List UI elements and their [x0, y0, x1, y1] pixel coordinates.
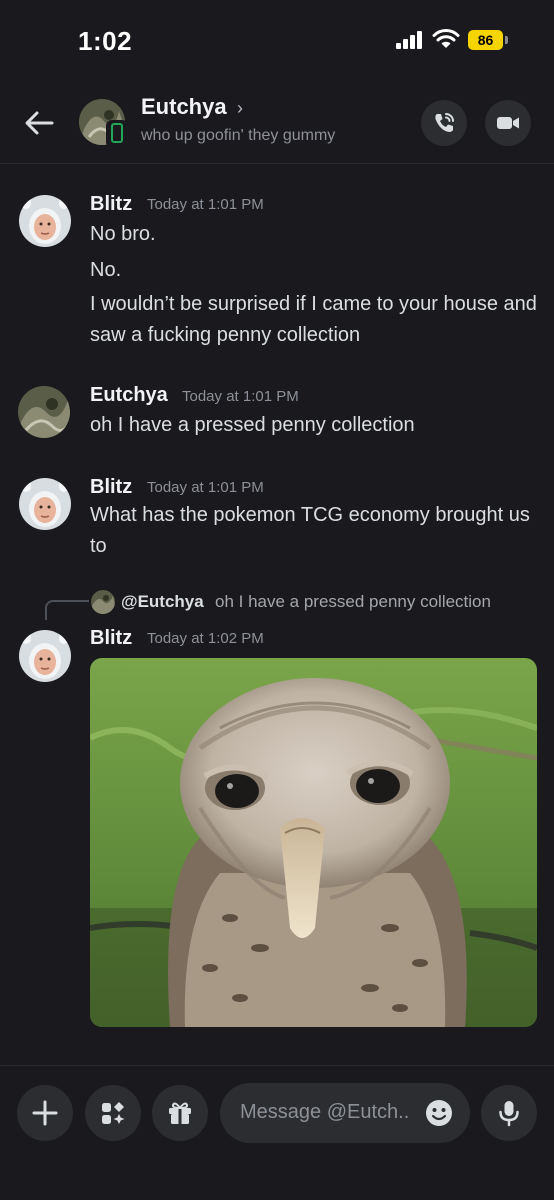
add-attachment-button[interactable] — [17, 1085, 73, 1141]
voice-message-button[interactable] — [481, 1085, 537, 1141]
battery-level: 86 — [468, 30, 503, 50]
message-text: No. — [90, 259, 122, 281]
phone-icon — [435, 113, 454, 132]
message-text: What has the pokemon TCG economy brought… — [90, 504, 530, 557]
avatar[interactable] — [19, 630, 71, 682]
wifi-icon — [432, 29, 460, 48]
apps-icon — [102, 1102, 125, 1124]
status-bar: 1:02 86 — [0, 0, 554, 80]
message-timestamp: Today at 1:02 PM — [147, 630, 264, 647]
message-text: oh I have a pressed penny collection — [90, 414, 415, 436]
emoji-icon[interactable] — [424, 1098, 454, 1128]
video-button[interactable] — [485, 100, 531, 146]
message-author[interactable]: Eutchya — [90, 384, 168, 407]
reply-connector — [45, 600, 89, 620]
avatar[interactable] — [18, 386, 70, 438]
message-input[interactable]: Message @Eutch.. — [220, 1083, 470, 1143]
apps-button[interactable] — [85, 1085, 141, 1141]
dm-header: Eutchya › who up goofin' they gummy — [0, 80, 554, 164]
call-button[interactable] — [421, 100, 467, 146]
message-author[interactable]: Blitz — [90, 476, 132, 499]
header-name[interactable]: Eutchya — [141, 94, 227, 120]
message-text: I wouldn’t be surprised if I came to you… — [90, 293, 537, 346]
chevron-right-icon[interactable]: › — [237, 98, 243, 119]
arrow-left-icon[interactable] — [22, 106, 56, 140]
avatar — [91, 590, 115, 614]
custom-status: who up goofin' they gummy — [141, 127, 336, 144]
avatar[interactable] — [19, 195, 71, 247]
video-camera-icon — [497, 117, 519, 129]
mobile-status-icon — [106, 120, 128, 148]
reply-preview[interactable]: oh I have a pressed penny collection — [215, 592, 491, 612]
battery-indicator: 86 — [468, 30, 508, 50]
message-composer: Message @Eutch.. — [0, 1065, 554, 1200]
plus-icon — [32, 1100, 58, 1126]
message-author[interactable]: Blitz — [90, 193, 132, 216]
message-timestamp: Today at 1:01 PM — [147, 479, 264, 496]
message-timestamp: Today at 1:01 PM — [147, 196, 264, 213]
signal-icon — [396, 31, 426, 49]
message-timestamp: Today at 1:01 PM — [182, 388, 299, 405]
message-text: No bro. — [90, 223, 156, 245]
gift-icon — [169, 1102, 191, 1124]
message-author[interactable]: Blitz — [90, 627, 132, 650]
image-attachment[interactable] — [90, 658, 537, 1027]
reply-author[interactable]: @Eutchya — [121, 592, 204, 612]
message-input-placeholder: Message @Eutch.. — [240, 1101, 410, 1123]
gift-button[interactable] — [152, 1085, 208, 1141]
status-time: 1:02 — [78, 26, 133, 56]
microphone-icon — [499, 1101, 519, 1127]
avatar[interactable] — [19, 478, 71, 530]
